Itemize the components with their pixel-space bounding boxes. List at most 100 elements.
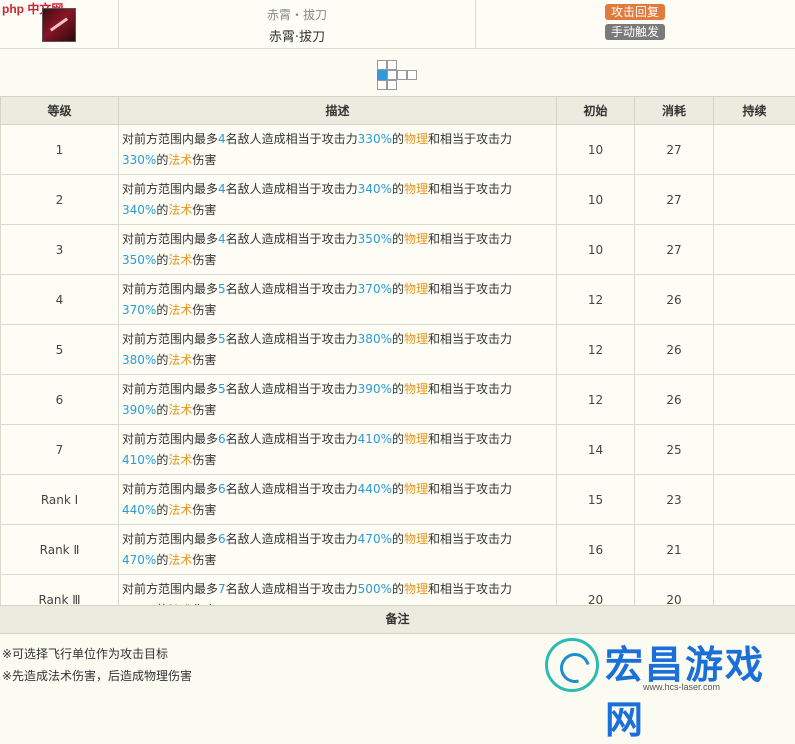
initial-sp-cell: 15 — [557, 475, 635, 525]
target-count: 4 — [218, 132, 226, 146]
arts-ratio: 410% — [122, 453, 156, 467]
desc-text: 和相当于攻击力 — [428, 132, 512, 146]
desc-text: 名敌人造成相当于攻击力 — [226, 432, 358, 446]
desc-text: 名敌人造成相当于攻击力 — [226, 332, 358, 346]
desc-text: 的 — [156, 203, 168, 217]
target-count: 5 — [218, 332, 226, 346]
physical-keyword: 物理 — [404, 532, 428, 546]
desc-text: 伤害 — [192, 353, 216, 367]
col-level: 等级 — [1, 97, 119, 125]
desc-text: 和相当于攻击力 — [428, 232, 512, 246]
desc-text: 名敌人造成相当于攻击力 — [226, 582, 358, 596]
desc-text: 的 — [156, 253, 168, 267]
target-count: 5 — [218, 282, 226, 296]
initial-sp-cell: 10 — [557, 175, 635, 225]
desc-text: 伤害 — [192, 153, 216, 167]
physical-keyword: 物理 — [404, 182, 428, 196]
desc-text: 伤害 — [192, 253, 216, 267]
desc-text: 对前方范围内最多 — [122, 132, 218, 146]
arts-keyword: 法术 — [168, 353, 192, 367]
desc-text: 和相当于攻击力 — [428, 382, 512, 396]
target-count: 6 — [218, 532, 226, 546]
desc-text: 伤害 — [192, 553, 216, 567]
skill-name-subtitle: 赤霄・拔刀 — [119, 6, 475, 23]
duration-cell — [714, 475, 795, 525]
sp-cost-cell: 23 — [635, 475, 714, 525]
target-count: 5 — [218, 382, 226, 396]
range-cell-self — [377, 70, 387, 80]
description-cell: 对前方范围内最多5名敌人造成相当于攻击力370%的物理和相当于攻击力370%的法… — [119, 275, 557, 325]
desc-text: 对前方范围内最多 — [122, 482, 218, 496]
note-line-1: ※可选择飞行单位作为攻击目标 — [2, 645, 168, 662]
target-count: 4 — [218, 232, 226, 246]
range-cell — [377, 60, 387, 70]
table-row: 1对前方范围内最多4名敌人造成相当于攻击力330%的物理和相当于攻击力330%的… — [1, 125, 795, 175]
range-cell — [387, 80, 397, 90]
sp-cost-cell: 26 — [635, 275, 714, 325]
level-cell: 6 — [1, 375, 119, 425]
desc-text: 和相当于攻击力 — [428, 282, 512, 296]
desc-text: 的 — [156, 353, 168, 367]
physical-keyword: 物理 — [404, 282, 428, 296]
desc-text: 和相当于攻击力 — [428, 532, 512, 546]
sp-cost-cell: 26 — [635, 375, 714, 425]
initial-sp-cell: 12 — [557, 325, 635, 375]
description-cell: 对前方范围内最多6名敌人造成相当于攻击力410%的物理和相当于攻击力410%的法… — [119, 425, 557, 475]
physical-keyword: 物理 — [404, 482, 428, 496]
description-cell: 对前方范围内最多4名敌人造成相当于攻击力350%的物理和相当于攻击力350%的法… — [119, 225, 557, 275]
desc-text: 和相当于攻击力 — [428, 432, 512, 446]
tag-attack-recovery: 攻击回复 — [605, 4, 665, 20]
table-row: 5对前方范围内最多5名敌人造成相当于攻击力380%的物理和相当于攻击力380%的… — [1, 325, 795, 375]
desc-text: 名敌人造成相当于攻击力 — [226, 182, 358, 196]
description-cell: 对前方范围内最多5名敌人造成相当于攻击力390%的物理和相当于攻击力390%的法… — [119, 375, 557, 425]
desc-text: 的 — [156, 553, 168, 567]
desc-text: 和相当于攻击力 — [428, 582, 512, 596]
desc-text: 伤害 — [192, 453, 216, 467]
arts-keyword: 法术 — [168, 253, 192, 267]
initial-sp-cell: 12 — [557, 275, 635, 325]
col-description: 描述 — [119, 97, 557, 125]
duration-cell — [714, 325, 795, 375]
sp-cost-cell: 27 — [635, 175, 714, 225]
desc-text: 的 — [156, 403, 168, 417]
level-cell: 5 — [1, 325, 119, 375]
physical-keyword: 物理 — [404, 332, 428, 346]
desc-text: 和相当于攻击力 — [428, 182, 512, 196]
physical-ratio: 470% — [358, 532, 392, 546]
desc-text: 的 — [392, 232, 404, 246]
arts-ratio: 340% — [122, 203, 156, 217]
desc-text: 和相当于攻击力 — [428, 332, 512, 346]
level-cell: 3 — [1, 225, 119, 275]
desc-text: 对前方范围内最多 — [122, 582, 218, 596]
desc-text: 伤害 — [192, 503, 216, 517]
initial-sp-cell: 14 — [557, 425, 635, 475]
description-cell: 对前方范围内最多4名敌人造成相当于攻击力340%的物理和相当于攻击力340%的法… — [119, 175, 557, 225]
initial-sp-cell: 10 — [557, 125, 635, 175]
physical-ratio: 350% — [358, 232, 392, 246]
duration-cell — [714, 125, 795, 175]
desc-text: 对前方范围内最多 — [122, 532, 218, 546]
table-header-row: 等级 描述 初始 消耗 持续 — [1, 97, 795, 125]
desc-text: 对前方范围内最多 — [122, 182, 218, 196]
note-line-2: ※先造成法术伤害，后造成物理伤害 — [2, 667, 192, 684]
description-cell: 对前方范围内最多5名敌人造成相当于攻击力380%的物理和相当于攻击力380%的法… — [119, 325, 557, 375]
desc-text: 和相当于攻击力 — [428, 482, 512, 496]
desc-text: 名敌人造成相当于攻击力 — [226, 532, 358, 546]
arts-keyword: 法术 — [168, 303, 192, 317]
desc-text: 名敌人造成相当于攻击力 — [226, 132, 358, 146]
arts-ratio: 380% — [122, 353, 156, 367]
desc-text: 的 — [392, 382, 404, 396]
table-row: 7对前方范围内最多6名敌人造成相当于攻击力410%的物理和相当于攻击力410%的… — [1, 425, 795, 475]
watermark-logo-icon — [545, 638, 599, 692]
initial-sp-cell: 16 — [557, 525, 635, 575]
arts-keyword: 法术 — [168, 553, 192, 567]
level-cell: 2 — [1, 175, 119, 225]
level-cell: 4 — [1, 275, 119, 325]
duration-cell — [714, 225, 795, 275]
table-row: Rank Ⅰ对前方范围内最多6名敌人造成相当于攻击力440%的物理和相当于攻击力… — [1, 475, 795, 525]
tag-manual-trigger: 手动触发 — [605, 24, 665, 40]
arts-ratio: 390% — [122, 403, 156, 417]
desc-text: 的 — [392, 582, 404, 596]
col-duration: 持续 — [714, 97, 795, 125]
sp-cost-cell: 21 — [635, 525, 714, 575]
